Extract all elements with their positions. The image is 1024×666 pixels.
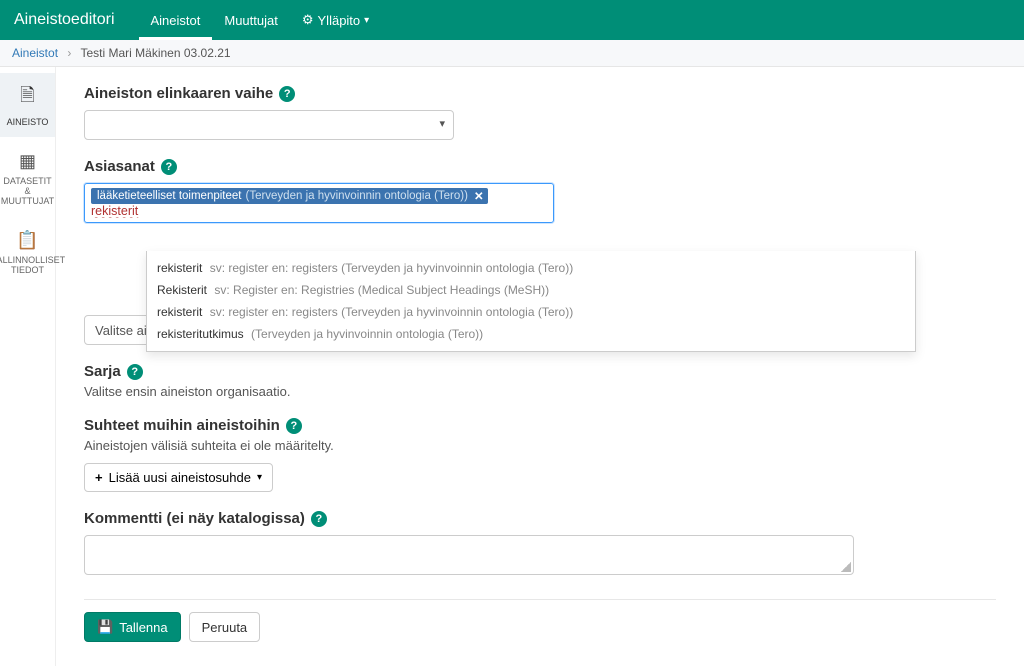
keywords-label: Asiasanat ?: [84, 158, 996, 175]
breadcrumb-current: Testi Mari Mäkinen 03.02.21: [81, 46, 231, 60]
dropdown-item-main: rekisterit: [157, 305, 202, 319]
dropdown-item-meta: sv: register en: registers (Terveyden ja…: [210, 261, 574, 275]
series-label: Sarja ?: [84, 363, 996, 380]
help-icon[interactable]: ?: [161, 159, 177, 175]
lifecycle-select[interactable]: [84, 110, 454, 140]
dropdown-item-meta: (Terveyden ja hyvinvoinnin ontologia (Te…: [251, 327, 483, 341]
keyword-search-input[interactable]: [91, 204, 547, 218]
nav-item-muuttujat[interactable]: Muuttujat: [212, 0, 289, 40]
dropdown-item-meta: sv: Register en: Registries (Medical Sub…: [214, 283, 549, 297]
cancel-button[interactable]: Peruuta: [189, 612, 261, 642]
dropdown-item-main: rekisterit: [157, 261, 202, 275]
button-label: Lisää uusi aineistosuhde: [109, 470, 251, 485]
series-note: Valitse ensin aineiston organisaatio.: [84, 384, 996, 399]
nav-item-yllapito[interactable]: ⚙ Ylläpito ▾: [290, 0, 381, 40]
nav-item-aineistot[interactable]: Aineistot: [139, 0, 213, 40]
app-brand: Aineistoeditori: [14, 11, 115, 29]
comment-textarea[interactable]: [84, 535, 854, 575]
dropdown-item[interactable]: rekisterit sv: register en: registers (T…: [147, 301, 915, 323]
dropdown-item[interactable]: rekisteritutkimus (Terveyden ja hyvinvoi…: [147, 323, 915, 345]
plus-icon: +: [95, 470, 103, 485]
nav-item-label: Ylläpito: [318, 13, 361, 28]
side-tab-label: DATASETIT & MUUTTUJAT: [1, 176, 54, 206]
side-tab-datasets[interactable]: ▦ DATASETIT & MUUTTUJAT: [0, 141, 55, 216]
dropdown-item[interactable]: rekisterit sv: register en: registers (T…: [147, 257, 915, 279]
help-icon[interactable]: ?: [279, 86, 295, 102]
document-icon: 🗎: [20, 83, 34, 113]
main-form: Aineiston elinkaaren vaihe ? Asiasanat ?…: [56, 67, 1024, 666]
breadcrumb-separator: ›: [67, 46, 71, 60]
dropdown-item[interactable]: Rekisterit sv: Register en: Registries (…: [147, 279, 915, 301]
chevron-down-icon: ▾: [364, 15, 369, 26]
comment-label: Kommentti (ei näy katalogissa) ?: [84, 510, 996, 527]
tag-remove-icon[interactable]: ✕: [474, 189, 484, 203]
breadcrumb-root[interactable]: Aineistot: [12, 46, 58, 60]
label-text: Aineiston elinkaaren vaihe: [84, 85, 273, 102]
dropdown-item-main: Rekisterit: [157, 283, 207, 297]
keyword-tag: lääketieteelliset toimenpiteet (Terveyde…: [91, 188, 488, 204]
label-text: Sarja: [84, 363, 121, 380]
side-tabs: 🗎 AINEISTO ▦ DATASETIT & MUUTTUJAT 📋 HAL…: [0, 67, 56, 666]
save-icon: 💾: [97, 619, 113, 635]
lifecycle-label: Aineiston elinkaaren vaihe ?: [84, 85, 996, 102]
relations-note: Aineistojen välisiä suhteita ei ole määr…: [84, 438, 996, 453]
label-text: Kommentti (ei näy katalogissa): [84, 510, 305, 527]
help-icon[interactable]: ?: [286, 418, 302, 434]
keywords-input[interactable]: lääketieteelliset toimenpiteet (Terveyde…: [84, 183, 554, 223]
button-label: Tallenna: [119, 620, 167, 635]
keywords-dropdown: rekisterit sv: register en: registers (T…: [146, 251, 916, 352]
side-tab-aineisto[interactable]: 🗎 AINEISTO: [0, 73, 55, 137]
dropdown-item-main: rekisteritutkimus: [157, 327, 244, 341]
relations-label: Suhteet muihin aineistoihin ?: [84, 417, 996, 434]
save-button[interactable]: 💾 Tallenna: [84, 612, 181, 642]
chevron-down-icon: ▾: [257, 472, 262, 483]
button-label: Peruuta: [202, 620, 248, 635]
label-text: Suhteet muihin aineistoihin: [84, 417, 280, 434]
form-footer: 💾 Tallenna Peruuta: [84, 599, 996, 646]
side-tab-label: AINEISTO: [7, 117, 49, 127]
navbar: Aineistoeditori Aineistot Muuttujat ⚙ Yl…: [0, 0, 1024, 40]
help-icon[interactable]: ?: [127, 364, 143, 380]
side-tab-admin[interactable]: 📋 HALLINNOLLISET TIEDOT: [0, 220, 55, 285]
tag-label: lääketieteelliset toimenpiteet: [97, 190, 241, 202]
label-text: Asiasanat: [84, 158, 155, 175]
grid-icon: ▦: [19, 151, 36, 172]
breadcrumb: Aineistot › Testi Mari Mäkinen 03.02.21: [0, 40, 1024, 67]
dropdown-item-meta: sv: register en: registers (Terveyden ja…: [210, 305, 574, 319]
gear-icon: ⚙: [302, 12, 314, 28]
tag-source: (Terveyden ja hyvinvoinnin ontologia (Te…: [245, 190, 467, 202]
help-icon[interactable]: ?: [311, 511, 327, 527]
add-relation-button[interactable]: + Lisää uusi aineistosuhde ▾: [84, 463, 273, 492]
clipboard-icon: 📋: [16, 230, 38, 251]
